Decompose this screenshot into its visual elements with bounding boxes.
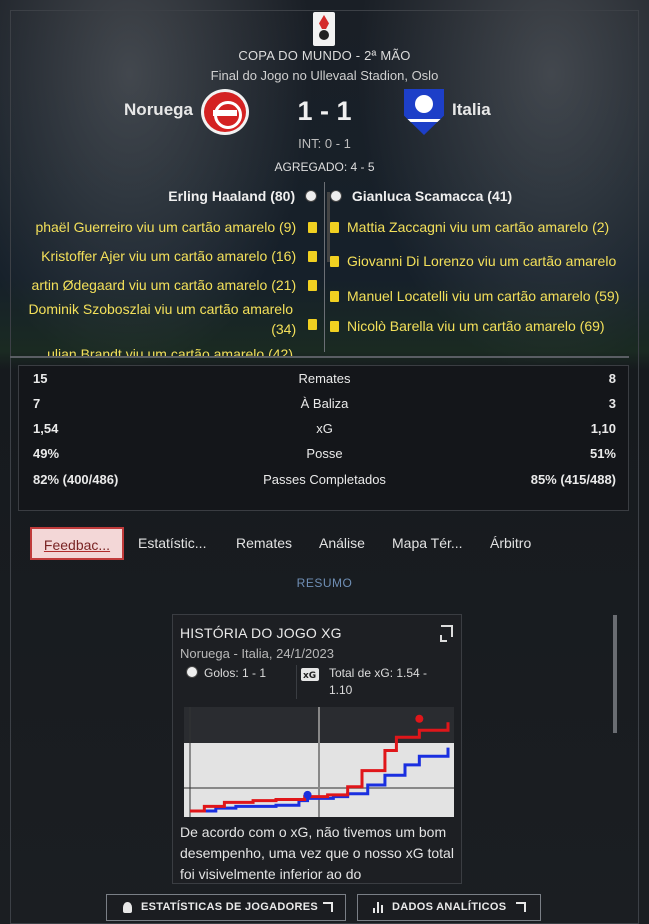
goal-marker-home	[415, 714, 424, 723]
xg-chart[interactable]	[184, 707, 454, 817]
section-divider	[10, 356, 629, 358]
stat-row: 7À Baliza 3	[19, 392, 630, 414]
event-text: artin Ødegaard viu um cartão amarelo (21…	[31, 277, 297, 293]
yellow-card-icon	[308, 251, 317, 262]
section-label: RESUMO	[296, 576, 353, 590]
event-text: Dominik Szoboszlai viu um cartão amarelo	[28, 301, 293, 317]
stat-row: 82% (400/486) Passes Completados 85% (415/…	[19, 468, 630, 490]
event-row: Nicolò Barella viu um cartão amarelo (69…	[330, 318, 605, 335]
goal-ball-icon	[305, 190, 317, 202]
tab-heatmap[interactable]: Mapa Tér...	[392, 527, 463, 560]
event-text: Giovanni Di Lorenzo viu um cartão amarel…	[347, 253, 617, 269]
expand-icon[interactable]	[440, 625, 453, 642]
stat-label: Remates	[298, 371, 351, 386]
yellow-card-icon	[308, 319, 317, 330]
event-row: Mattia Zaccagni viu um cartão amarelo (2…	[330, 219, 609, 236]
event-text: ulian Brandt viu um cartão amarelo (42)	[47, 346, 293, 356]
event-row: (34)	[271, 319, 317, 338]
panel-summary-text: De acordo com o xG, não tivemos um bom d…	[180, 824, 454, 882]
stat-row: 15 Remates 8	[19, 367, 630, 389]
venue-text: Final do Jogo no Ullevaal Stadion, Oslo	[210, 68, 439, 83]
stat-away: 3	[608, 396, 616, 411]
aggregate-score: AGREGADO: 4 - 5	[274, 160, 375, 174]
event-text: Manuel Locatelli viu um cartão amarelo (…	[347, 288, 620, 304]
home-scorer-label: Erling Haaland (80)	[168, 188, 296, 204]
event-text: Nicolò Barella viu um cartão amarelo (69…	[347, 318, 605, 334]
analytics-label: DADOS ANALÍTICOS	[392, 901, 507, 913]
yellow-card-icon	[330, 291, 339, 302]
tab-referee[interactable]: Árbitro	[490, 527, 531, 560]
event-text: phaël Guerreiro viu um cartão amarelo (9…	[35, 219, 297, 235]
events-scrollbar[interactable]	[327, 192, 330, 262]
person-icon	[123, 902, 132, 913]
half-time-score: INT: 0 - 1	[298, 136, 351, 151]
match-score: 1 - 1	[297, 96, 352, 126]
tab-analysis[interactable]: Análise	[319, 527, 365, 560]
yellow-card-icon	[308, 222, 317, 233]
stat-away: 85% (415/488)	[530, 472, 616, 487]
goal-ball-icon	[330, 190, 342, 202]
xg-total-text: Total de xG: 1.54 -	[329, 666, 428, 680]
popout-icon	[516, 902, 526, 912]
event-text: Kristoffer Ajer viu um cartão amarelo (1…	[41, 248, 297, 264]
yellow-card-icon	[308, 280, 317, 291]
xg-story-panel[interactable]: HISTÓRIA DO JOGO XG Noruega - Italia, 24…	[172, 614, 462, 884]
stat-label: À Baliza	[300, 396, 349, 411]
goal-marker-away	[303, 790, 312, 799]
stat-label: Posse	[306, 446, 343, 461]
competition-logo-icon	[313, 12, 335, 46]
goal-ball-icon	[186, 666, 198, 678]
event-row: Kristoffer Ajer viu um cartão amarelo (1…	[41, 248, 317, 265]
goals-text: Golos: 1 - 1	[204, 666, 267, 680]
stat-away: 51%	[589, 446, 616, 461]
yellow-card-icon	[330, 222, 339, 233]
event-row: artin Ødegaard viu um cartão amarelo (21…	[32, 277, 317, 294]
panel-subtitle: Noruega - Italia, 24/1/2023	[180, 646, 334, 661]
stat-label: xG	[316, 421, 333, 436]
stat-away: 1,10	[590, 421, 616, 436]
event-row: phaël Guerreiro viu um cartão amarelo (9…	[35, 219, 317, 236]
event-text: (34)	[271, 321, 297, 337]
tab-statistics[interactable]: Estatístic...	[138, 527, 206, 560]
analytics-button[interactable]: DADOS ANALÍTICOS	[357, 894, 541, 921]
bar-chart-icon	[373, 902, 384, 913]
popout-icon	[323, 902, 333, 912]
stats-table: 15 Remates 8 7À Baliza 3 1,54 xG 1,10 49% Poss…	[18, 365, 629, 511]
stat-row: 49% Posse 51%	[19, 442, 630, 464]
away-team-name[interactable]: Italia	[452, 100, 491, 120]
tab-feedback[interactable]: Feedbac...	[30, 527, 124, 560]
yellow-card-icon	[330, 256, 339, 267]
panel-scrollbar[interactable]	[613, 615, 617, 733]
home-scorer[interactable]: Erling Haaland (80)	[168, 188, 317, 204]
tab-shots[interactable]: Remates	[236, 527, 292, 560]
stat-row: 1,54 xG 1,10	[19, 417, 630, 439]
panel-title: HISTÓRIA DO JOGO XG	[180, 625, 342, 641]
stat-away: 8	[608, 371, 616, 386]
away-scorer-label: Gianluca Scamacca (41)	[351, 188, 513, 204]
event-row: Manuel Locatelli viu um cartão amarelo (…	[330, 288, 619, 305]
yellow-card-icon	[330, 321, 339, 332]
goals-info: Golos: 1 - 1	[186, 665, 266, 682]
player-stats-button[interactable]: ESTATÍSTICAS DE JOGADORES	[106, 894, 346, 921]
competition-title: COPA DO MUNDO - 2ª MÃO	[238, 48, 411, 63]
event-text: Mattia Zaccagni viu um cartão amarelo (2…	[347, 219, 610, 235]
event-row: Giovanni Di Lorenzo viu um cartão amarel…	[330, 253, 616, 270]
player-stats-label: ESTATÍSTICAS DE JOGADORES	[141, 901, 319, 913]
match-events: Erling Haaland (80) phaël Guerreiro viu …	[10, 180, 639, 356]
away-scorer[interactable]: Gianluca Scamacca (41)	[330, 188, 512, 204]
xg-icon	[301, 668, 319, 685]
xg-total-text-cont: 1.10	[329, 683, 353, 697]
xg-total-info: Total de xG: 1.54 - 1.10	[296, 665, 446, 699]
events-divider	[324, 182, 325, 352]
